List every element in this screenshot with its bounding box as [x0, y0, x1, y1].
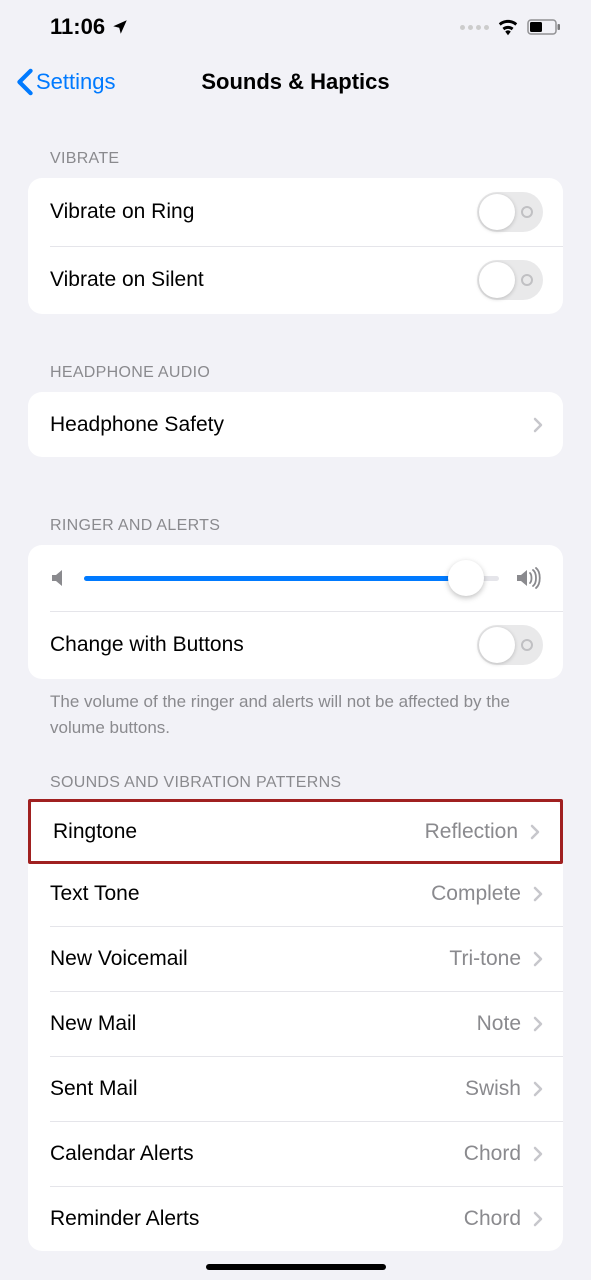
row-vibrate-on-silent[interactable]: Vibrate on Silent: [28, 246, 563, 314]
chevron-right-icon: [530, 824, 540, 840]
row-label: New Voicemail: [50, 947, 188, 971]
row-label: Sent Mail: [50, 1077, 138, 1101]
row-reminder-alerts[interactable]: Reminder Alerts Chord: [28, 1186, 563, 1251]
toggle-knob: [479, 262, 515, 298]
home-indicator[interactable]: [206, 1264, 386, 1270]
toggle-change-with-buttons[interactable]: [477, 625, 543, 665]
row-sent-mail[interactable]: Sent Mail Swish: [28, 1056, 563, 1121]
slider-fill: [84, 576, 466, 581]
chevron-left-icon: [16, 68, 34, 96]
row-headphone-safety[interactable]: Headphone Safety: [28, 392, 563, 457]
section-header-sounds: Sounds and Vibration Patterns: [0, 774, 591, 802]
back-button[interactable]: Settings: [16, 68, 116, 96]
section-header-headphone: Headphone Audio: [0, 364, 591, 392]
volume-low-icon: [50, 567, 68, 589]
wifi-icon: [497, 18, 519, 36]
status-right: [460, 18, 561, 36]
section-footer-ringer: The volume of the ringer and alerts will…: [0, 679, 591, 740]
slider-thumb[interactable]: [448, 560, 484, 596]
row-volume-slider: [28, 545, 563, 611]
toggle-knob: [479, 194, 515, 230]
row-label: Vibrate on Ring: [50, 200, 194, 224]
row-value: Chord: [464, 1207, 521, 1231]
row-value: Complete: [431, 882, 521, 906]
section-header-vibrate: Vibrate: [0, 150, 591, 178]
location-icon: [111, 18, 129, 36]
chevron-right-icon: [533, 1016, 543, 1032]
status-time: 11:06: [50, 14, 105, 40]
page-title: Sounds & Haptics: [201, 69, 389, 95]
row-label: Reminder Alerts: [50, 1207, 199, 1231]
chevron-right-icon: [533, 886, 543, 902]
section-headphone: Headphone Safety: [28, 392, 563, 457]
row-label: Text Tone: [50, 882, 140, 906]
toggle-off-indicator: [521, 206, 533, 218]
content: Vibrate Vibrate on Ring Vibrate on Silen…: [0, 110, 591, 1251]
row-label: Change with Buttons: [50, 633, 244, 657]
battery-icon: [527, 19, 561, 35]
toggle-off-indicator: [521, 274, 533, 286]
chevron-right-icon: [533, 417, 543, 433]
row-value: Reflection: [425, 820, 518, 844]
row-label: Headphone Safety: [50, 413, 224, 437]
chevron-right-icon: [533, 1081, 543, 1097]
row-label: Calendar Alerts: [50, 1142, 194, 1166]
row-new-mail[interactable]: New Mail Note: [28, 991, 563, 1056]
toggle-vibrate-on-silent[interactable]: [477, 260, 543, 300]
status-bar: 11:06: [0, 0, 591, 54]
row-text-tone[interactable]: Text Tone Complete: [28, 861, 563, 926]
chevron-right-icon: [533, 1211, 543, 1227]
row-ringtone[interactable]: Ringtone Reflection: [28, 799, 563, 864]
chevron-right-icon: [533, 1146, 543, 1162]
section-sounds: Ringtone Reflection Text Tone Complete N…: [28, 799, 563, 1251]
row-label: Ringtone: [53, 820, 137, 844]
row-calendar-alerts[interactable]: Calendar Alerts Chord: [28, 1121, 563, 1186]
toggle-vibrate-on-ring[interactable]: [477, 192, 543, 232]
section-header-ringer: Ringer and Alerts: [0, 517, 591, 545]
status-time-group: 11:06: [50, 14, 129, 40]
cellular-dots-icon: [460, 25, 489, 30]
section-ringer: Change with Buttons: [28, 545, 563, 679]
back-label: Settings: [36, 69, 116, 95]
toggle-off-indicator: [521, 639, 533, 651]
chevron-right-icon: [533, 951, 543, 967]
row-label: Vibrate on Silent: [50, 268, 204, 292]
row-value: Chord: [464, 1142, 521, 1166]
section-vibrate: Vibrate on Ring Vibrate on Silent: [28, 178, 563, 314]
row-label: New Mail: [50, 1012, 136, 1036]
nav-bar: Settings Sounds & Haptics: [0, 54, 591, 110]
row-value: Note: [477, 1012, 521, 1036]
volume-high-icon: [515, 567, 541, 589]
toggle-knob: [479, 627, 515, 663]
row-change-with-buttons[interactable]: Change with Buttons: [28, 611, 563, 679]
row-vibrate-on-ring[interactable]: Vibrate on Ring: [28, 178, 563, 246]
row-new-voicemail[interactable]: New Voicemail Tri-tone: [28, 926, 563, 991]
volume-slider[interactable]: [84, 576, 499, 581]
row-value: Swish: [465, 1077, 521, 1101]
row-value: Tri-tone: [449, 947, 521, 971]
